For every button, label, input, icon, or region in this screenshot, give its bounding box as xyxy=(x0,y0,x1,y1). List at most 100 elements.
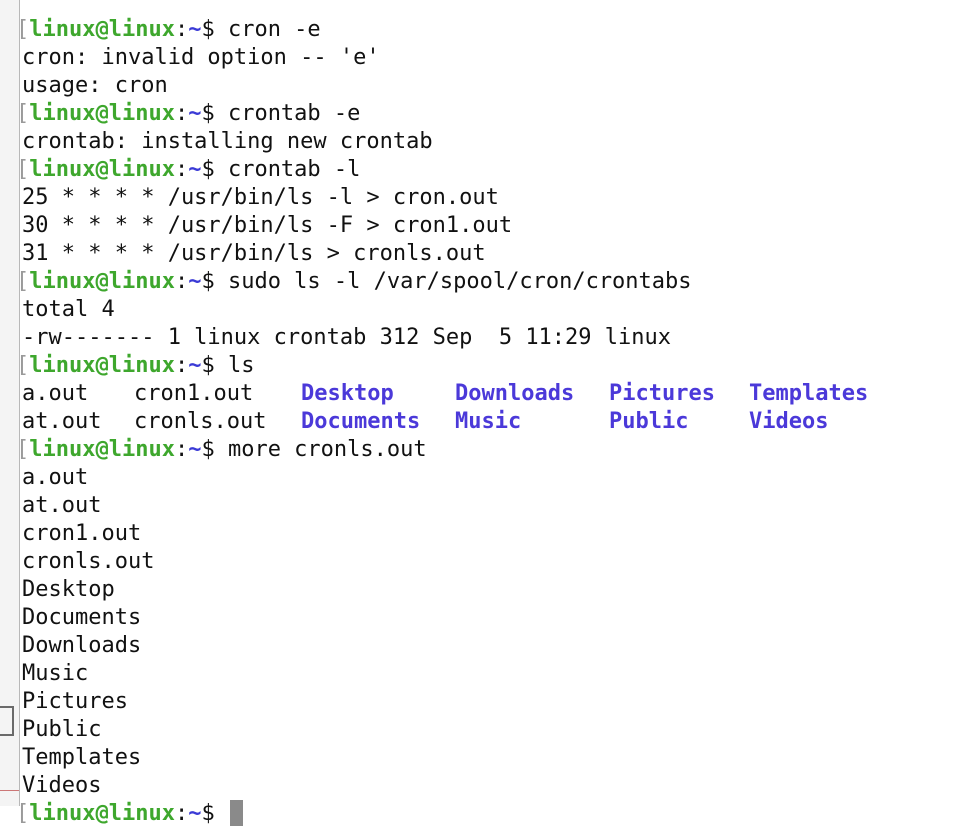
prompt-path: ~ xyxy=(188,101,202,126)
output-text: Desktop xyxy=(22,577,115,602)
output-text: Videos xyxy=(22,773,102,798)
command-text: sudo ls -l /var/spool/cron/crontabs xyxy=(227,269,692,294)
prompt-symbol: $ xyxy=(201,437,228,462)
output-line: Documents xyxy=(22,604,962,632)
prompt-symbol: $ xyxy=(201,801,228,826)
text-cursor[interactable] xyxy=(229,800,243,826)
ls-file-entry: a.out xyxy=(22,381,89,406)
output-text: Public xyxy=(22,717,102,742)
output-line: Videos xyxy=(22,772,962,800)
output-line: cron: invalid option -- 'e' xyxy=(22,44,962,72)
output-line: at.out xyxy=(22,492,962,520)
prompt-path: ~ xyxy=(188,17,202,42)
ls-row: at.out cronls.out Documents Music Public Vide… xyxy=(22,408,962,436)
output-text: crontab: installing new crontab xyxy=(22,129,433,154)
prompt-line: [linux@linux: ~ $ more cronls.out xyxy=(16,436,962,464)
output-text: Documents xyxy=(22,605,142,630)
output-text: Templates xyxy=(22,745,142,770)
prompt-bracket: [ xyxy=(16,101,30,126)
output-line: 25 * * * * /usr/bin/ls -l > cron.out xyxy=(22,184,962,212)
output-text: Downloads xyxy=(22,633,142,658)
command-text: ls xyxy=(227,353,255,378)
output-line: Pictures xyxy=(22,688,962,716)
prompt-path: ~ xyxy=(188,157,202,182)
terminal-output[interactable]: [linux@linux: ~ $ cron -e cron: invalid opt… xyxy=(16,16,962,826)
prompt-line: [linux@linux: ~ $ crontab -e xyxy=(16,100,962,128)
output-text: Music xyxy=(22,661,89,686)
prompt-user-host: linux@linux xyxy=(29,437,175,462)
prompt-bracket: [ xyxy=(16,437,30,462)
prompt-user-host: linux@linux xyxy=(29,801,175,826)
ls-directory-entry: Videos xyxy=(749,409,829,434)
output-line: 31 * * * * /usr/bin/ls > cronls.out xyxy=(22,240,962,268)
prompt-user-host: linux@linux xyxy=(29,353,175,378)
ls-row: a.out cron1.out Desktop Downloads Pictures Te… xyxy=(22,380,962,408)
output-line: Templates xyxy=(22,744,962,772)
output-text: cron: invalid option -- 'e' xyxy=(22,45,380,70)
output-text: 31 * * * * /usr/bin/ls > cronls.out xyxy=(22,241,486,266)
output-text: a.out xyxy=(22,465,89,490)
prompt-line: [linux@linux: ~ $ cron -e xyxy=(16,16,962,44)
output-line: total 4 xyxy=(22,296,962,324)
prompt-path: ~ xyxy=(188,269,202,294)
output-text: 30 * * * * /usr/bin/ls -F > cron1.out xyxy=(22,213,513,238)
prompt-bracket: [ xyxy=(16,17,30,42)
prompt-symbol: $ xyxy=(201,157,228,182)
output-line: cron1.out xyxy=(22,520,962,548)
prompt-user-host: linux@linux xyxy=(29,17,175,42)
ls-file-entry: cronls.out xyxy=(134,409,267,434)
output-text: cronls.out xyxy=(22,549,155,574)
output-line: 30 * * * * /usr/bin/ls -F > cron1.out xyxy=(22,212,962,240)
prompt-path: ~ xyxy=(188,437,202,462)
prompt-symbol: $ xyxy=(201,269,228,294)
output-text: cron1.out xyxy=(22,521,142,546)
command-text: crontab -l xyxy=(227,157,361,182)
output-text: at.out xyxy=(22,493,102,518)
prompt-path: ~ xyxy=(188,353,202,378)
prompt-separator: : xyxy=(174,17,189,42)
prompt-bracket: [ xyxy=(16,801,30,826)
prompt-separator: : xyxy=(174,157,189,182)
ls-directory-entry: Downloads xyxy=(455,381,575,406)
prompt-user-host: linux@linux xyxy=(29,101,175,126)
output-line: crontab: installing new crontab xyxy=(22,128,962,156)
ls-directory-entry: Pictures xyxy=(609,381,715,406)
output-line: -rw------- 1 linux crontab 312 Sep 5 11:… xyxy=(22,324,962,352)
prompt-symbol: $ xyxy=(201,101,228,126)
prompt-line: [linux@linux: ~ $ ls xyxy=(16,352,962,380)
output-line: Music xyxy=(22,660,962,688)
prompt-separator: : xyxy=(174,801,189,826)
output-text: Pictures xyxy=(22,689,128,714)
prompt-separator: : xyxy=(174,437,189,462)
output-line: cronls.out xyxy=(22,548,962,576)
prompt-user-host: linux@linux xyxy=(29,269,175,294)
command-text: more cronls.out xyxy=(227,437,427,462)
background-window-glyph xyxy=(0,706,14,736)
output-text: total 4 xyxy=(22,297,115,322)
prompt-separator: : xyxy=(174,353,189,378)
ls-file-entry: at.out xyxy=(22,409,102,434)
prompt-symbol: $ xyxy=(201,353,228,378)
output-line: usage: cron xyxy=(22,72,962,100)
ls-directory-entry: Templates xyxy=(749,381,869,406)
command-text: cron -e xyxy=(227,17,321,42)
prompt-bracket: [ xyxy=(16,269,30,294)
prompt-user-host: linux@linux xyxy=(29,157,175,182)
prompt-separator: : xyxy=(174,101,189,126)
ls-directory-entry: Music xyxy=(455,409,522,434)
ls-file-entry: cron1.out xyxy=(134,381,254,406)
command-text: crontab -e xyxy=(227,101,361,126)
output-text: usage: cron xyxy=(22,73,168,98)
output-text: 25 * * * * /usr/bin/ls -l > cron.out xyxy=(22,185,499,210)
prompt-line: [linux@linux: ~ $ crontab -l xyxy=(16,156,962,184)
prompt-symbol: $ xyxy=(201,17,228,42)
output-line: Downloads xyxy=(22,632,962,660)
output-line: Desktop xyxy=(22,576,962,604)
output-line: a.out xyxy=(22,464,962,492)
prompt-line: [linux@linux: ~ $ xyxy=(16,800,962,828)
ls-directory-entry: Desktop xyxy=(301,381,394,406)
prompt-separator: : xyxy=(174,269,189,294)
output-line: Public xyxy=(22,716,962,744)
ls-directory-entry: Documents xyxy=(301,409,421,434)
ls-directory-entry: Public xyxy=(609,409,689,434)
